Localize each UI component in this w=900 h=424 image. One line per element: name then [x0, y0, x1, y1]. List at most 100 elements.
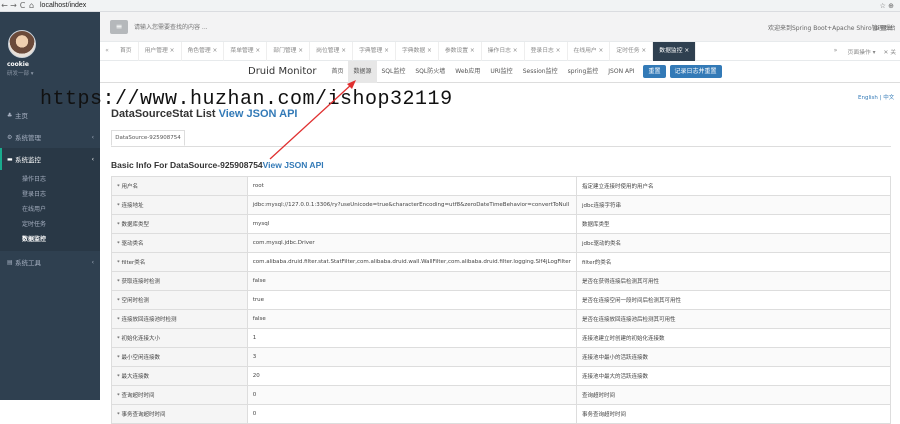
sidebar-subitem-operation-log[interactable]: 操作日志 — [0, 172, 100, 187]
tab-scheduled-tasks[interactable]: 定时任务 × — [610, 42, 653, 61]
tab-operation-log[interactable]: 操作日志 × — [482, 42, 525, 61]
page-operations-dropdown[interactable]: 页面操作 ▾ — [844, 47, 880, 56]
forward-icon[interactable]: → — [9, 1, 18, 10]
sidebar-subitem-scheduled-tasks[interactable]: 定时任务 — [0, 217, 100, 232]
row-key: * 获取连接时检测 — [112, 272, 248, 291]
language-switch[interactable]: English | 中文 — [858, 93, 894, 101]
row-value: 3 — [247, 348, 576, 367]
row-key: * 驱动类名 — [112, 234, 248, 253]
row-key: * filter类名 — [112, 253, 248, 272]
tab-dict-data[interactable]: 字典数据 × — [396, 42, 439, 61]
table-row: * filter类名com.alibaba.druid.filter.stat.… — [112, 253, 891, 272]
basic-info-json-link[interactable]: View JSON API — [263, 160, 324, 170]
sidebar-submenu-monitor: 操作日志 登录日志 在线用户 定时任务 数据监控 — [0, 170, 100, 251]
top-header: ≡ 欢迎来到Spring Boot+Apache Shiro管理后台 ⊕ 退出 — [100, 12, 900, 42]
tab-dict-management[interactable]: 字典管理 × — [353, 42, 396, 61]
menu-toggle-button[interactable]: ≡ — [110, 20, 128, 34]
row-value: root — [247, 177, 576, 196]
table-row: * 获取连接时检测false是否在获得连接后检测其可用性 — [112, 272, 891, 291]
close-tabs-button[interactable]: ✕ 关 — [880, 47, 900, 56]
row-value: true — [247, 291, 576, 310]
role-dropdown[interactable]: 研发一部 ▾ — [7, 69, 34, 77]
table-row: * 事务查询超时时间0事务查询超时时间 — [112, 405, 891, 424]
sidebar-item-system-management[interactable]: ⚙ 系统管理 ‹ — [0, 126, 100, 148]
tab-data-monitor[interactable]: 数据监控 × — [653, 42, 696, 61]
tab-login-log[interactable]: 登录日志 × — [525, 42, 568, 61]
row-key: * 空闲时检测 — [112, 291, 248, 310]
druid-nav-json-api[interactable]: JSON API — [603, 61, 639, 83]
reset-button[interactable]: 重置 — [643, 65, 665, 78]
chevron-left-icon: ‹ — [92, 134, 94, 141]
logout-button[interactable]: ⊕ 退出 — [874, 23, 893, 32]
tab-scroll-left-icon[interactable]: « — [100, 48, 114, 54]
sidebar-subitem-login-log[interactable]: 登录日志 — [0, 187, 100, 202]
tab-dept-management[interactable]: 部门管理 × — [267, 42, 310, 61]
sidebar-subitem-data-monitor[interactable]: 数据监控 — [0, 232, 100, 247]
watermark-text: https://www.huzhan.com/ishop32119 — [40, 88, 453, 111]
druid-nav-home[interactable]: 首页 — [326, 61, 348, 83]
row-key: * 数据库类型 — [112, 215, 248, 234]
row-key: * 事务查询超时时间 — [112, 405, 248, 424]
tab-role-management[interactable]: 角色管理 × — [182, 42, 225, 61]
row-description: 连接池中最大的活跃连接数 — [576, 367, 890, 386]
row-description: 事务查询超时时间 — [576, 405, 890, 424]
home-icon: ♣ — [7, 112, 15, 119]
tab-datasource[interactable]: DataSource-925908754 — [111, 130, 185, 146]
username: cookie — [7, 61, 29, 68]
avatar[interactable] — [8, 30, 36, 58]
row-value: 1 — [247, 329, 576, 348]
druid-brand[interactable]: Druid Monitor — [248, 66, 316, 77]
reload-icon[interactable]: C — [18, 1, 27, 10]
tab-post-management[interactable]: 岗位管理 × — [310, 42, 353, 61]
row-description: 是否在连接空闲一段时间后检测其可用性 — [576, 291, 890, 310]
basic-info-title: Basic Info For DataSource-925908754View … — [111, 160, 324, 170]
sidebar-subitem-online-users[interactable]: 在线用户 — [0, 202, 100, 217]
tab-scroll-right-icon[interactable]: » — [828, 48, 844, 54]
sidebar-item-system-tools[interactable]: ▤ 系统工具 ‹ — [0, 251, 100, 273]
druid-nav-uri[interactable]: URI监控 — [485, 61, 517, 83]
druid-nav-sql[interactable]: SQL监控 — [377, 61, 411, 83]
druid-nav-datasource[interactable]: 数据源 — [348, 61, 376, 83]
row-description: 连接池建立时创建的初始化连接数 — [576, 329, 890, 348]
row-description: filter的类名 — [576, 253, 890, 272]
row-description: jdbc连接字符串 — [576, 196, 890, 215]
back-icon[interactable]: ← — [0, 1, 9, 10]
basic-info-table: * 用户名root指定建立连接时使用的用户名* 连接地址jdbc:mysql:/… — [111, 176, 891, 424]
table-row: * 用户名root指定建立连接时使用的用户名 — [112, 177, 891, 196]
search-input[interactable] — [134, 21, 334, 33]
druid-nav-webapp[interactable]: Web应用 — [450, 61, 485, 83]
row-value: 20 — [247, 367, 576, 386]
tab-config[interactable]: 参数设置 × — [439, 42, 482, 61]
tab-user-management[interactable]: 用户管理 × — [139, 42, 182, 61]
row-value: com.alibaba.druid.filter.stat.StatFilter… — [247, 253, 576, 272]
tab-divider — [111, 146, 891, 147]
sidebar-item-system-monitor[interactable]: ▬ 系统监控 ‹ — [0, 148, 100, 170]
monitor-icon: ▬ — [7, 156, 15, 163]
row-value: false — [247, 272, 576, 291]
sidebar-item-label: 系统工具 — [15, 257, 41, 267]
tab-menu-management[interactable]: 菜单管理 × — [224, 42, 267, 61]
tab-online-users[interactable]: 在线用户 × — [568, 42, 611, 61]
row-value: false — [247, 310, 576, 329]
tab-home[interactable]: 首页 — [114, 42, 139, 61]
home-icon[interactable]: ⌂ — [27, 1, 36, 10]
sidebar-menu: ♣ 主页 ⚙ 系统管理 ‹ ▬ 系统监控 ‹ 操作日志 登录日志 在线用户 定时… — [0, 104, 100, 273]
table-row: * 连接地址jdbc:mysql://127.0.0.1:3306/ry?use… — [112, 196, 891, 215]
row-value: 0 — [247, 386, 576, 405]
druid-nav-spring[interactable]: spring监控 — [563, 61, 604, 83]
row-description: 是否在连接放回连接池后检测其可用性 — [576, 310, 890, 329]
druid-nav-session[interactable]: Session监控 — [518, 61, 563, 83]
address-bar[interactable]: localhost/index — [40, 2, 86, 9]
bookmark-icon[interactable]: ☆ ⊕ — [880, 2, 894, 10]
sidebar: cookie 研发一部 ▾ ♣ 主页 ⚙ 系统管理 ‹ ▬ 系统监控 ‹ 操作日… — [0, 12, 100, 400]
table-row: * 数据库类型mysql数据库类型 — [112, 215, 891, 234]
sidebar-item-label: 主页 — [15, 110, 28, 120]
row-value: com.mysql.jdbc.Driver — [247, 234, 576, 253]
row-key: * 连接地址 — [112, 196, 248, 215]
druid-nav-wall[interactable]: SQL防火墙 — [410, 61, 450, 83]
row-description: 查询超时时间 — [576, 386, 890, 405]
row-key: * 初始化连接大小 — [112, 329, 248, 348]
row-key: * 连接放回连接池时检测 — [112, 310, 248, 329]
log-and-reset-button[interactable]: 记录日志并重置 — [670, 65, 722, 78]
row-key: * 用户名 — [112, 177, 248, 196]
